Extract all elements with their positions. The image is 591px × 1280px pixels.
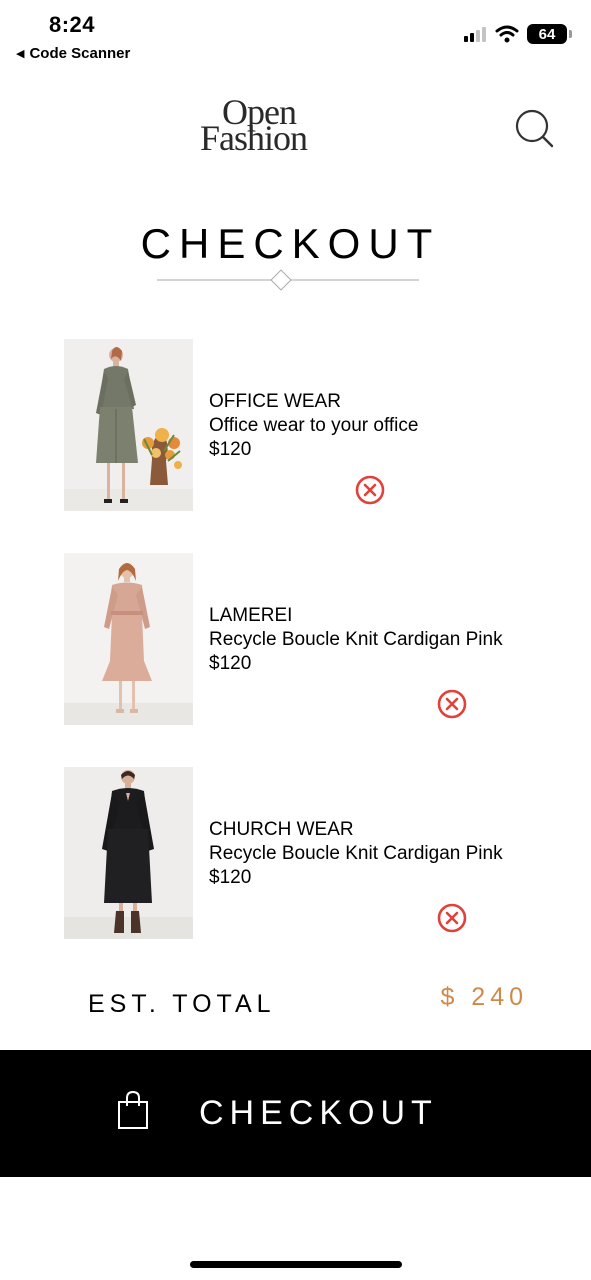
total-value: $ 240: [440, 983, 528, 1011]
checkout-button-label: CHECKOUT: [199, 1094, 438, 1132]
signal-icon: [464, 27, 486, 42]
item-price: $120: [209, 439, 252, 460]
item-price: $120: [209, 867, 252, 888]
product-image[interactable]: [64, 767, 193, 939]
back-arrow-icon: ◀: [16, 48, 25, 60]
back-app-label: Code Scanner: [29, 45, 131, 62]
item-details: OFFICE WEAR Office wear to your office $…: [209, 390, 418, 462]
remove-circle-icon[interactable]: [354, 474, 386, 506]
total-label: EST. TOTAL: [88, 990, 276, 1018]
wifi-icon: [495, 25, 519, 43]
item-name: Recycle Boucle Knit Cardigan Pink: [209, 843, 503, 864]
item-details: LAMEREI Recycle Boucle Knit Cardigan Pin…: [209, 604, 503, 676]
remove-circle-icon[interactable]: [436, 688, 468, 720]
product-image[interactable]: [64, 553, 193, 725]
back-to-app-link[interactable]: ◀ Code Scanner: [16, 45, 130, 62]
logo-line-2: Fashion: [200, 118, 308, 158]
page-title: CHECKOUT: [140, 220, 441, 267]
item-brand: LAMEREI: [209, 605, 293, 626]
cart-item[interactable]: OFFICE WEAR Office wear to your office $…: [64, 339, 564, 511]
cart-item[interactable]: LAMEREI Recycle Boucle Knit Cardigan Pin…: [64, 553, 564, 725]
checkout-button[interactable]: CHECKOUT: [0, 1050, 591, 1177]
home-indicator[interactable]: [190, 1261, 402, 1268]
item-name: Recycle Boucle Knit Cardigan Pink: [209, 629, 503, 650]
search-icon[interactable]: [512, 106, 556, 150]
item-brand: OFFICE WEAR: [209, 391, 341, 412]
title-divider: [157, 269, 419, 291]
item-name: Office wear to your office: [209, 415, 419, 436]
battery-icon: 64: [527, 24, 572, 44]
shopping-bag-icon: [118, 1090, 148, 1129]
battery-level: 64: [538, 25, 556, 43]
brand-logo[interactable]: Open Fashion: [198, 94, 350, 160]
remove-circle-icon[interactable]: [436, 902, 468, 934]
status-time: 8:24: [49, 12, 96, 37]
item-details: CHURCH WEAR Recycle Boucle Knit Cardigan…: [209, 818, 503, 890]
item-price: $120: [209, 653, 252, 674]
product-image[interactable]: [64, 339, 193, 511]
cart-item[interactable]: CHURCH WEAR Recycle Boucle Knit Cardigan…: [64, 767, 564, 939]
item-brand: CHURCH WEAR: [209, 819, 354, 840]
status-icons: 64: [463, 24, 572, 44]
